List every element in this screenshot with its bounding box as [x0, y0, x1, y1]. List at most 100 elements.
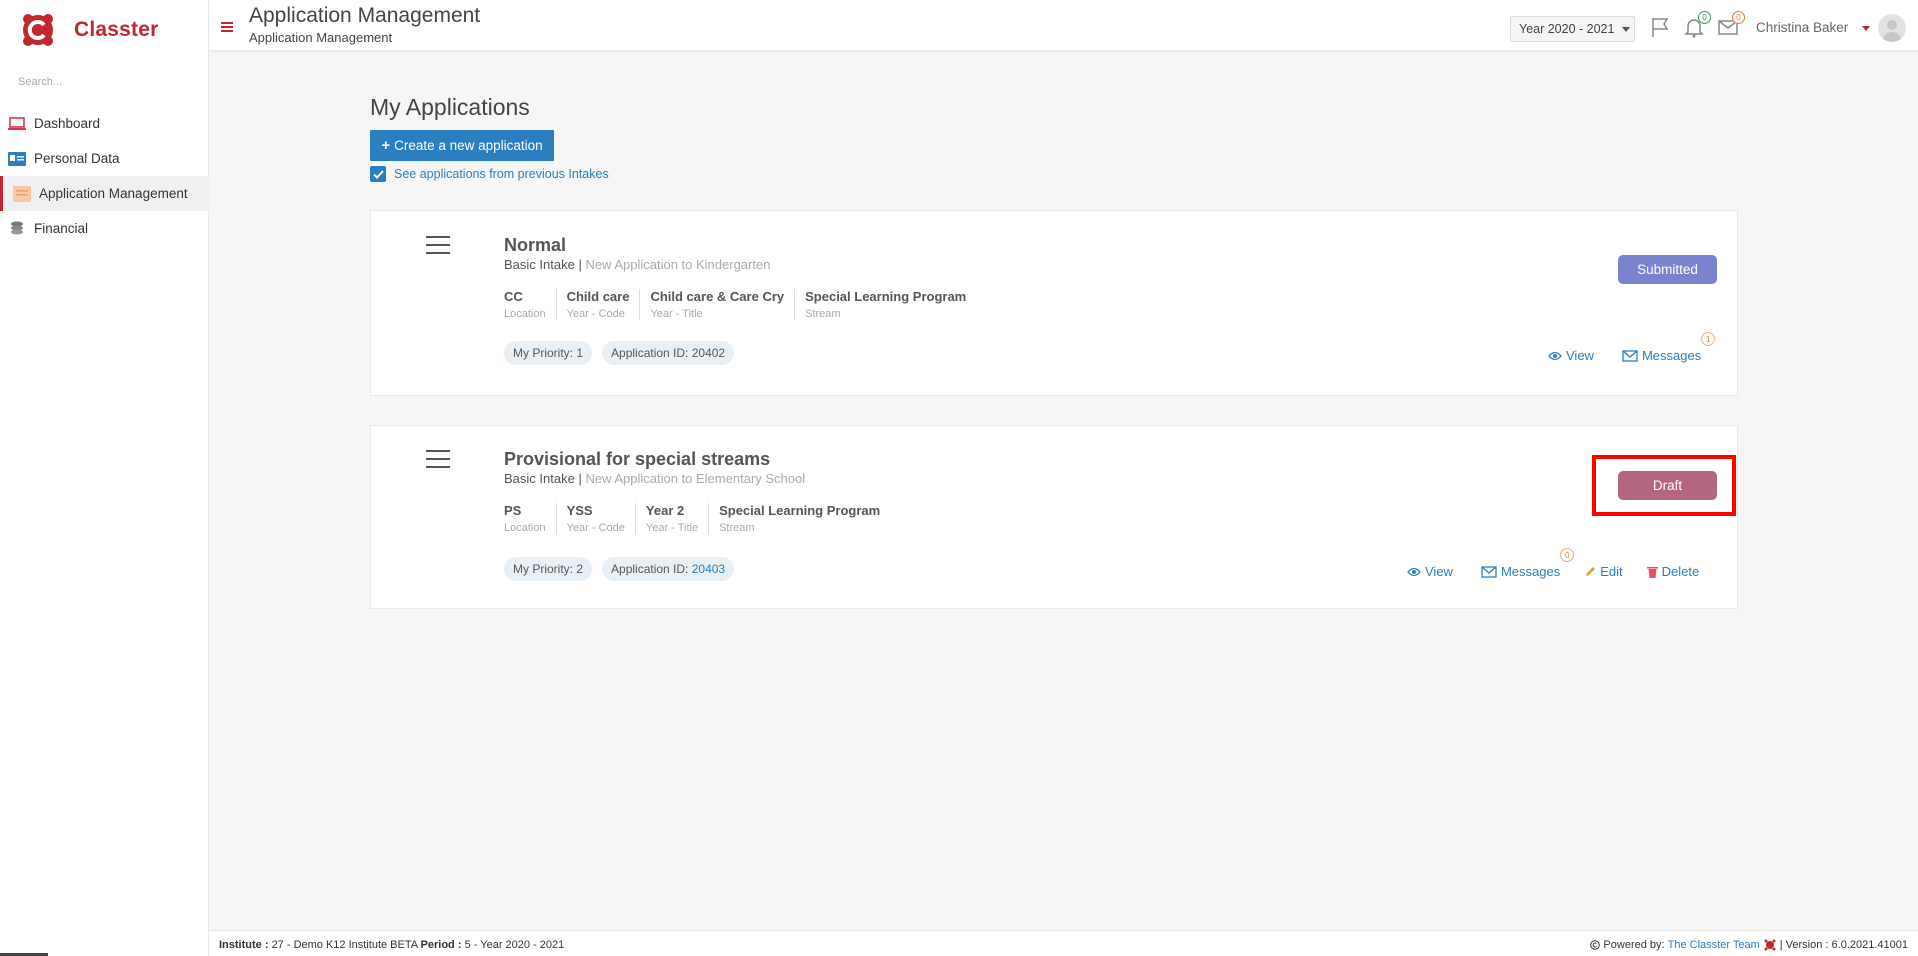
- view-button[interactable]: View: [1407, 564, 1453, 579]
- page-title: My Applications: [370, 94, 530, 120]
- field-location: CC Location: [504, 289, 556, 320]
- year-select-value: Year 2020 - 2021: [1519, 22, 1615, 36]
- previous-intakes-checkbox-row[interactable]: See applications from previous Intakes: [370, 166, 609, 182]
- institute-label: Institute :: [219, 939, 269, 951]
- search-input[interactable]: Search...: [18, 76, 62, 88]
- plus-icon: +: [381, 137, 391, 154]
- envelope-icon[interactable]: 0: [1717, 11, 1745, 38]
- field-label: Stream: [805, 308, 841, 320]
- edit-button[interactable]: Edit: [1584, 564, 1623, 579]
- menu-toggle-icon[interactable]: [221, 22, 233, 32]
- top-header: Application Management Application Manag…: [209, 0, 1918, 51]
- period-value: 5 - Year 2020 - 2021: [464, 939, 565, 951]
- messages-count-badge: 0: [1560, 548, 1575, 562]
- version-text: | Version : 6.0.2021.41001: [1779, 939, 1908, 951]
- intake-name: Basic Intake: [504, 257, 575, 272]
- field-value: Child care & Care Cry: [650, 289, 785, 304]
- institute-value: 27 - Demo K12 Institute BETA: [271, 939, 418, 951]
- sidebar-item-personal-data[interactable]: Personal Data: [0, 141, 209, 176]
- messages-button[interactable]: Messages 1: [1622, 332, 1716, 363]
- sidebar-item-label: Dashboard: [34, 116, 101, 131]
- classter-small-logo-icon: [1764, 939, 1776, 951]
- application-id-badge: Application ID: 20403: [602, 557, 735, 581]
- field-year-code: YSS Year - Code: [555, 503, 635, 534]
- view-button[interactable]: View: [1548, 348, 1594, 363]
- eye-icon: [1407, 567, 1421, 576]
- delete-label: Delete: [1661, 564, 1700, 579]
- field-stream: Special Learning Program Stream: [708, 503, 890, 534]
- period-label: Period :: [420, 939, 462, 951]
- application-id-label: Application ID:: [611, 562, 689, 576]
- sidebar-item-financial[interactable]: Financial: [0, 211, 209, 246]
- sidebar-item-label: Personal Data: [34, 151, 120, 166]
- notifications-badge: 0: [1698, 11, 1711, 24]
- field-label: Year - Title: [650, 308, 703, 320]
- previous-intakes-checkbox[interactable]: [370, 166, 386, 182]
- field-year-code: Child care Year - Code: [555, 289, 640, 320]
- application-pills: My Priority: 1 Application ID: 20402: [504, 341, 744, 365]
- year-select[interactable]: Year 2020 - 2021: [1510, 16, 1635, 42]
- chevron-down-icon: [1622, 26, 1631, 32]
- powered-by-link[interactable]: The Classter Team: [1668, 939, 1760, 951]
- user-menu-caret-icon[interactable]: [1862, 26, 1870, 31]
- delete-button[interactable]: Delete: [1646, 564, 1700, 579]
- field-year-title: Year 2 Year - Title: [634, 503, 708, 534]
- view-label: View: [1566, 348, 1594, 363]
- envelope-icon: [1622, 349, 1638, 362]
- sidebar-item-dashboard[interactable]: Dashboard: [0, 106, 209, 141]
- sidebar-nav: Dashboard Personal Data Application Mana…: [0, 106, 209, 246]
- application-title: Normal: [504, 235, 567, 255]
- status-badge[interactable]: Submitted: [1618, 255, 1717, 284]
- highlight-box: [1592, 455, 1736, 516]
- application-fields: CC Location Child care Year - Code Child c…: [504, 289, 976, 320]
- pencil-icon: [1586, 566, 1596, 576]
- application-actions: View Messages 0 Edit Delete: [1407, 548, 1700, 579]
- field-value: PS: [504, 503, 522, 518]
- messages-button[interactable]: Messages 0: [1481, 548, 1575, 579]
- app-name: Classter: [74, 18, 159, 41]
- field-value: YSS: [566, 503, 593, 518]
- previous-intakes-label[interactable]: See applications from previous Intakes: [394, 167, 609, 181]
- field-label: Stream: [719, 522, 755, 534]
- drag-handle-icon[interactable]: [426, 236, 450, 254]
- page-header-title: Application Management: [249, 4, 481, 27]
- application-subtitle: Basic Intake | New Application to Elemen…: [504, 471, 806, 486]
- field-label: Location: [504, 308, 546, 320]
- eye-icon: [1548, 351, 1562, 360]
- flag-icon[interactable]: [1649, 16, 1671, 38]
- application-id-value: 20402: [691, 346, 726, 360]
- application-pills: My Priority: 2 Application ID: 20403: [504, 557, 744, 581]
- application-fields: PS Location YSS Year - Code Year 2 Year - T…: [504, 503, 890, 534]
- trash-icon: [1646, 566, 1658, 578]
- bell-icon[interactable]: 0: [1683, 11, 1711, 38]
- messages-badge: 0: [1732, 11, 1745, 24]
- edit-label: Edit: [1600, 564, 1623, 579]
- field-stream: Special Learning Program Stream: [794, 289, 976, 320]
- application-card: Provisional for special streams Basic In…: [370, 425, 1738, 609]
- create-application-button[interactable]: + Create a new application: [370, 130, 554, 161]
- sidebar: Classter Search... Dashboard Personal Da…: [0, 0, 209, 956]
- form-icon: [13, 185, 31, 202]
- drag-handle-icon[interactable]: [426, 450, 450, 468]
- sidebar-item-application-management[interactable]: Application Management: [0, 176, 209, 211]
- classter-logo-icon: [18, 10, 58, 50]
- laptop-icon: [8, 116, 26, 132]
- footer-institute-info: Institute : 27 - Demo K12 Institute BETA…: [219, 939, 564, 951]
- sidebar-item-label: Application Management: [39, 186, 188, 201]
- application-id-link[interactable]: 20403: [692, 562, 725, 576]
- field-value: Year 2: [645, 503, 685, 518]
- field-label: Year - Title: [645, 522, 699, 534]
- logo[interactable]: Classter: [18, 10, 158, 50]
- field-label: Location: [504, 522, 546, 534]
- id-card-icon: [8, 151, 26, 167]
- user-name[interactable]: Christina Baker: [1756, 20, 1848, 35]
- field-value: Special Learning Program: [719, 503, 881, 518]
- coins-icon: [8, 221, 26, 237]
- copyright-icon: [1590, 940, 1601, 950]
- messages-label: Messages: [1641, 348, 1702, 363]
- application-actions: View Messages 1: [1548, 332, 1716, 363]
- avatar[interactable]: [1878, 14, 1906, 42]
- field-location: PS Location: [504, 503, 556, 534]
- view-label: View: [1425, 564, 1453, 579]
- application-description: New Application to Kindergarten: [585, 257, 771, 272]
